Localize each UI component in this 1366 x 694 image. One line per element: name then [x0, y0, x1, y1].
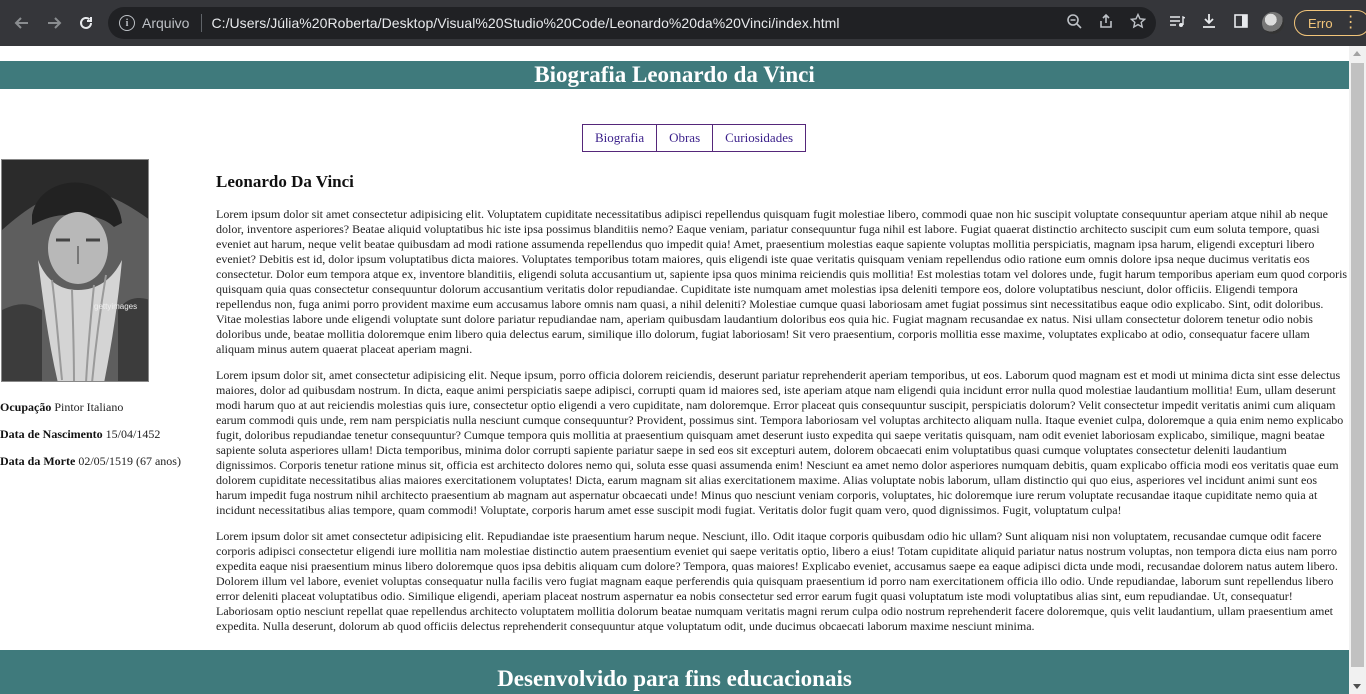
- page-viewport: Biografia Leonardo da Vinci Biografia Ob…: [0, 46, 1366, 694]
- nav-curiosidades[interactable]: Curiosidades: [712, 124, 807, 152]
- scroll-thumb[interactable]: [1351, 63, 1364, 667]
- paragraph: Lorem ipsum dolor sit, amet consectetur …: [216, 368, 1344, 517]
- separator: [201, 14, 203, 32]
- article: Leonardo Da Vinci Lorem ipsum dolor sit …: [216, 172, 1350, 645]
- fact-occupation: Ocupação Pintor Italiano: [0, 400, 123, 415]
- media-queue-icon[interactable]: [1166, 13, 1188, 34]
- download-icon[interactable]: [1198, 13, 1220, 34]
- portrait-image: gettyimages: [1, 159, 149, 382]
- fact-label: Ocupação: [0, 400, 52, 414]
- address-bar[interactable]: i Arquivo C:/Users/Júlia%20Roberta/Deskt…: [108, 7, 1156, 39]
- paragraph: Lorem ipsum dolor sit amet consectetur a…: [216, 529, 1338, 633]
- fact-death: Data da Morte 02/05/1519 (67 anos): [0, 454, 181, 469]
- fact-label: Data de Nascimento: [0, 427, 103, 441]
- scheme-label: Arquivo: [142, 15, 190, 31]
- share-icon[interactable]: [1096, 13, 1116, 33]
- fact-birth: Data de Nascimento 15/04/1452: [0, 427, 160, 442]
- side-panel-icon[interactable]: [1230, 13, 1252, 34]
- browser-toolbar: i Arquivo C:/Users/Júlia%20Roberta/Deskt…: [0, 0, 1366, 46]
- nav-biografia[interactable]: Biografia: [582, 124, 658, 152]
- article-title: Leonardo Da Vinci: [216, 172, 354, 191]
- page-title: Biografia Leonardo da Vinci: [0, 61, 1349, 89]
- arrow-right-icon[interactable]: [38, 7, 70, 39]
- scroll-up-icon[interactable]: [1353, 51, 1361, 56]
- fact-value: 15/04/1452: [105, 427, 161, 441]
- watermark: gettyimages: [94, 302, 138, 311]
- main-nav: Biografia Obras Curiosidades: [582, 124, 807, 152]
- reload-icon[interactable]: [70, 7, 102, 39]
- zoom-out-icon[interactable]: [1064, 13, 1084, 33]
- url-text[interactable]: C:/Users/Júlia%20Roberta/Desktop/Visual%…: [211, 15, 839, 31]
- page-footer: Desenvolvido para fins educacionais: [0, 650, 1349, 694]
- scrollbar[interactable]: [1349, 46, 1366, 694]
- error-label: Erro: [1308, 15, 1333, 31]
- error-button[interactable]: Erro ⋮: [1294, 10, 1366, 36]
- arrow-left-icon[interactable]: [6, 7, 38, 39]
- nav-obras[interactable]: Obras: [656, 124, 714, 152]
- avatar[interactable]: [1262, 12, 1284, 34]
- scroll-down-icon[interactable]: [1353, 684, 1361, 689]
- paragraph: Lorem ipsum dolor sit amet consectetur a…: [216, 207, 1348, 356]
- address-bar-actions: [1064, 7, 1148, 39]
- fact-value: 02/05/1519 (67 anos): [78, 454, 181, 468]
- info-icon[interactable]: i: [119, 15, 135, 31]
- fact-label: Data da Morte: [0, 454, 76, 468]
- kebab-menu-icon[interactable]: ⋮: [1343, 15, 1359, 31]
- fact-value: Pintor Italiano: [54, 400, 124, 414]
- toolbar-actions: Erro ⋮: [1166, 7, 1366, 39]
- star-icon[interactable]: [1128, 12, 1148, 33]
